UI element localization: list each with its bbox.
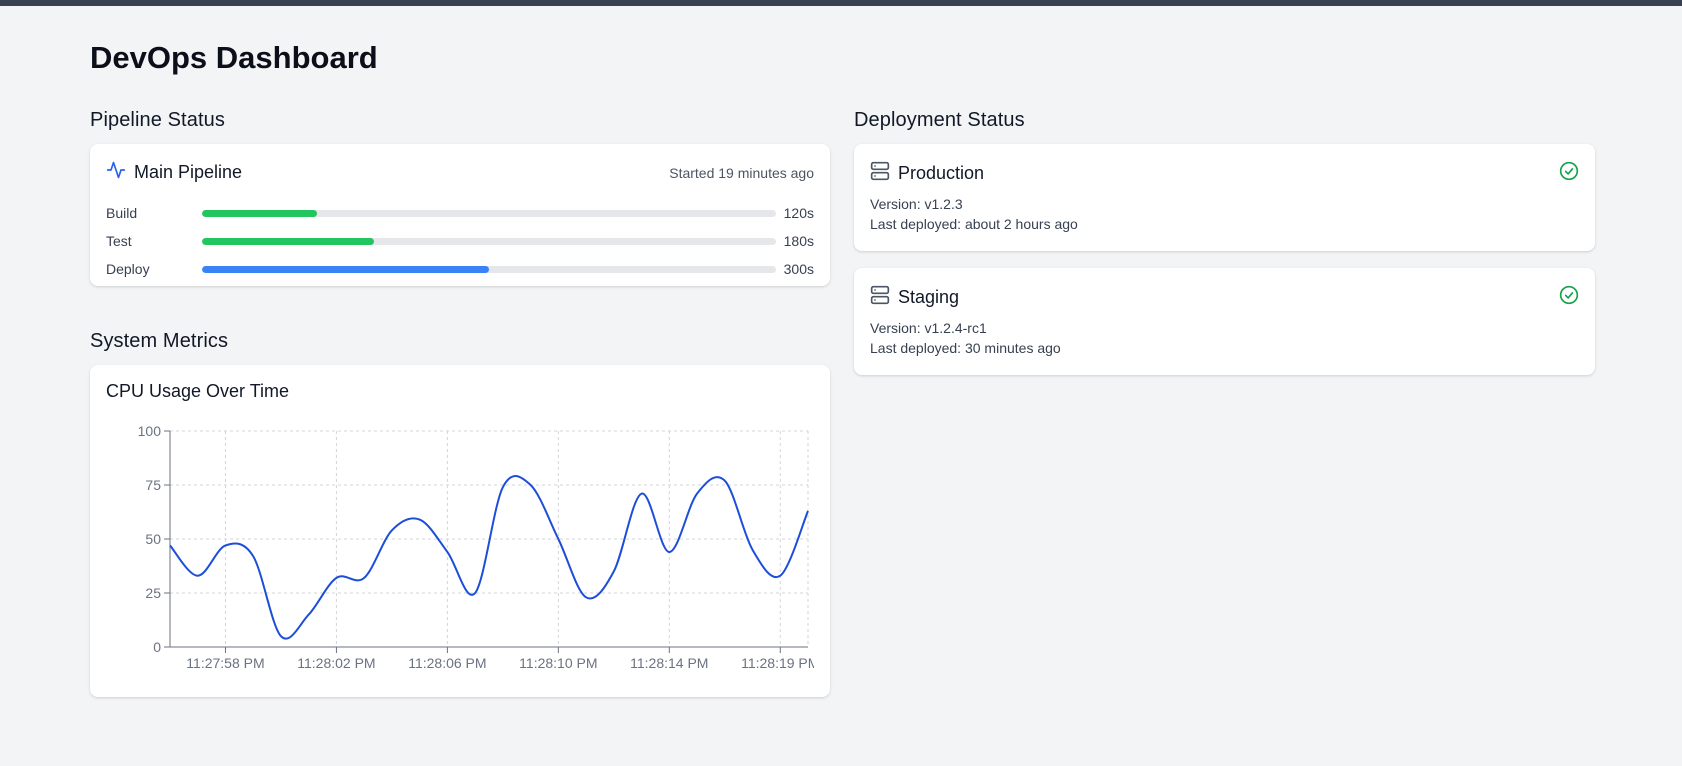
deployment-details: Version: v1.2.3 Last deployed: about 2 h…: [870, 194, 1579, 234]
deployment-name: Production: [898, 162, 985, 183]
pipeline-header: Main Pipeline Started 19 minutes ago: [106, 160, 814, 185]
deployment-version: Version: v1.2.4-rc1: [870, 320, 987, 336]
deployment-header: Staging: [870, 282, 1579, 312]
y-tick-label: 75: [145, 477, 161, 493]
pipeline-stages: Build 120s Test 180s Deploy 300s: [106, 199, 814, 283]
stage-progress-fill: [202, 209, 317, 217]
deployment-last-deployed: Last deployed: about 2 hours ago: [870, 216, 1078, 232]
stage-label: Deploy: [106, 261, 150, 277]
y-tick-label: 25: [145, 585, 161, 601]
y-tick-label: 100: [138, 423, 162, 439]
deployment-version: Version: v1.2.3: [870, 196, 963, 212]
stage-progress-fill: [202, 237, 375, 245]
deployment-details: Version: v1.2.4-rc1 Last deployed: 30 mi…: [870, 318, 1579, 358]
chart-title: CPU Usage Over Time: [106, 381, 290, 401]
stage-duration: 300s: [783, 261, 814, 277]
pipeline-stage: Test 180s: [106, 227, 814, 255]
activity-icon: [106, 160, 126, 185]
y-tick-label: 0: [153, 639, 161, 655]
stage-duration: 180s: [783, 233, 814, 249]
metrics-section-title: System Metrics: [90, 330, 229, 352]
right-column: Deployment Status Production Version: v1…: [854, 108, 1595, 375]
stage-label: Build: [106, 205, 138, 221]
top-bar: [0, 0, 1682, 6]
check-circle-icon: [1559, 285, 1579, 310]
pipeline-name: Main Pipeline: [134, 162, 243, 182]
pipeline-title: Main Pipeline: [106, 160, 242, 185]
pipeline-card: Main Pipeline Started 19 minutes ago Bui…: [90, 144, 830, 286]
x-tick-label: 11:28:14 PM: [630, 655, 708, 671]
cpu-chart: 0 25 50 75 100 11:27:58 PM 11:28:02 PM 11:28:06…: [138, 423, 814, 671]
deployment-card-staging[interactable]: Staging Version: v1.2.4-rc1 Last deploye…: [854, 268, 1595, 375]
cpu-series-line: [169, 475, 809, 640]
metrics-card: CPU Usage Over Time 0 25 50 75 100 11:27:58 P…: [90, 365, 830, 697]
x-tick-label: 11:28:10 PM: [519, 655, 597, 671]
deployment-header: Production: [870, 158, 1579, 188]
dashboard-page: DevOps Dashboard Pipeline Status Main Pi…: [90, 40, 1595, 697]
deployment-last-deployed: Last deployed: 30 minutes ago: [870, 340, 1061, 356]
stage-progress-track: [202, 209, 776, 217]
page-title: DevOps Dashboard: [90, 40, 378, 75]
deployment-section-title: Deployment Status: [854, 109, 1025, 131]
x-tick-label: 11:27:58 PM: [186, 655, 264, 671]
check-circle-icon: [1559, 161, 1579, 186]
x-tick-label: 11:28:06 PM: [408, 655, 486, 671]
stage-progress-track: [202, 265, 776, 273]
x-tick-label: 11:28:02 PM: [297, 655, 375, 671]
stage-progress-fill: [202, 265, 489, 273]
pipeline-stage: Build 120s: [106, 199, 814, 227]
server-icon: [870, 161, 890, 186]
x-tick-label: 11:28:19 PM: [741, 655, 814, 671]
left-column: Pipeline Status Main Pipeline Started 19…: [90, 108, 830, 697]
deployment-card-production[interactable]: Production Version: v1.2.3 Last deployed…: [854, 144, 1595, 251]
server-icon: [870, 285, 890, 310]
pipeline-stage: Deploy 300s: [106, 255, 814, 283]
stage-progress-track: [202, 237, 776, 245]
stage-duration: 120s: [783, 205, 814, 221]
y-tick-label: 50: [145, 531, 161, 547]
pipeline-started: Started 19 minutes ago: [669, 164, 814, 181]
stage-label: Test: [106, 233, 132, 249]
deployment-title: Production: [870, 161, 984, 186]
deployment-title: Staging: [870, 285, 959, 310]
deployment-name: Staging: [898, 286, 960, 307]
pipeline-section-title: Pipeline Status: [90, 109, 225, 131]
